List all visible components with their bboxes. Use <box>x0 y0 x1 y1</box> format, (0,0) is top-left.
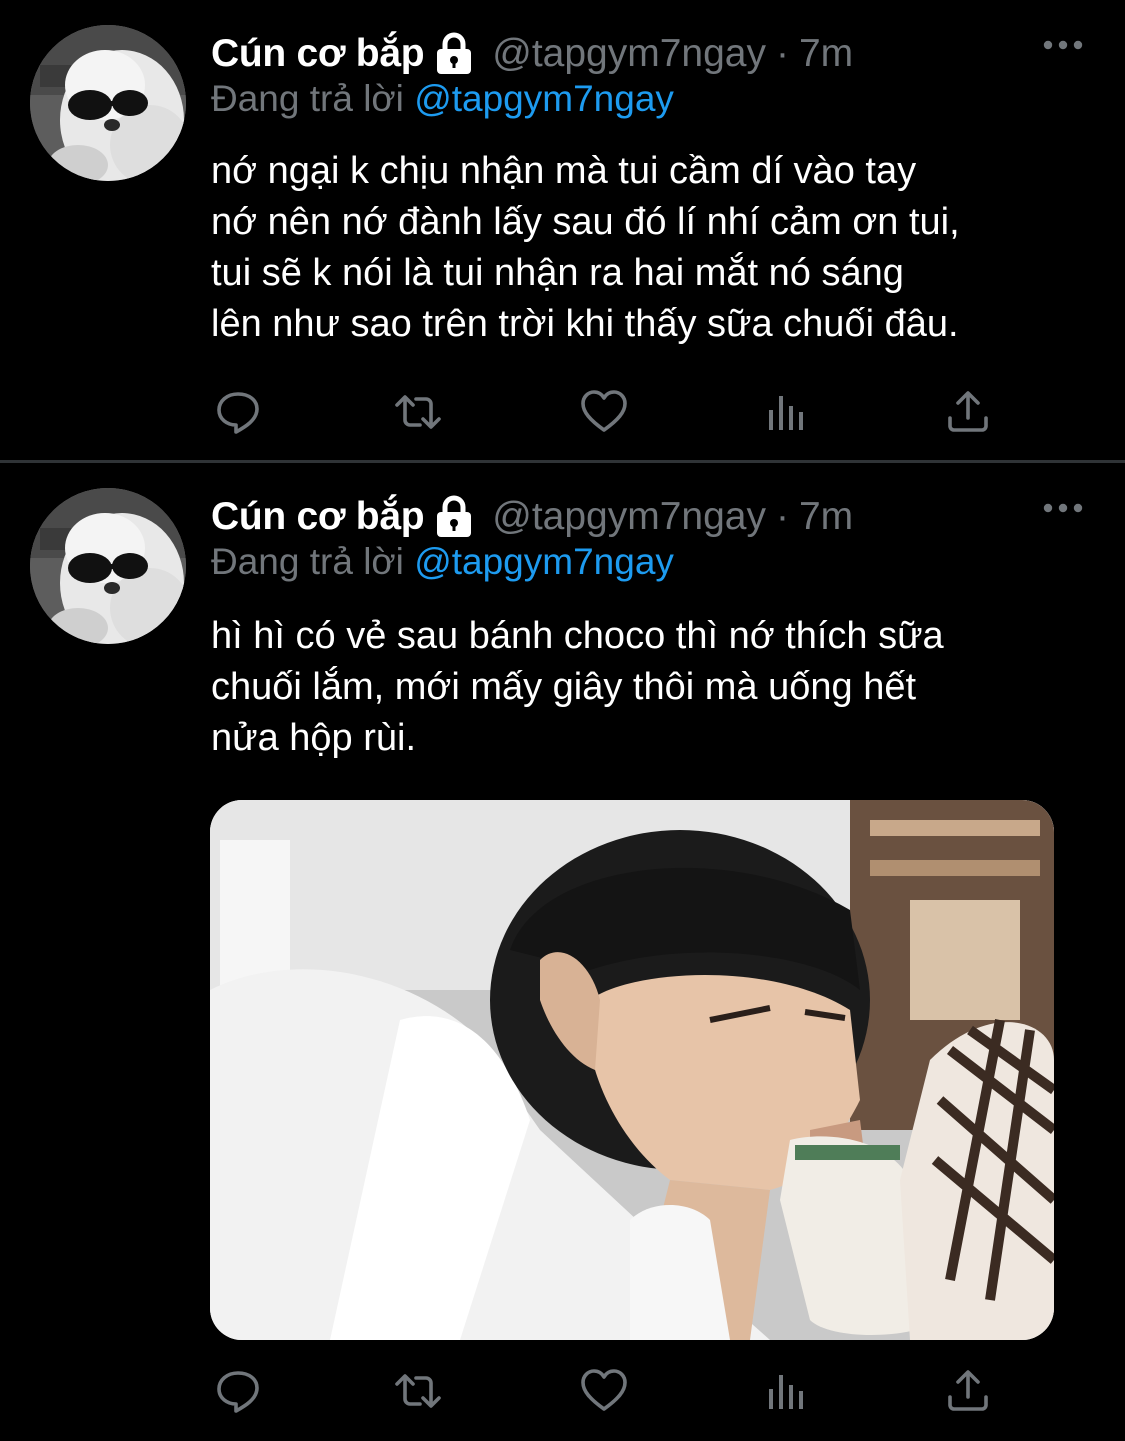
tweet-media-photo[interactable] <box>210 800 1054 1340</box>
replying-to: Đang trả lời @tapgym7ngay <box>211 78 674 120</box>
reply-mention-link[interactable]: @tapgym7ngay <box>414 541 674 582</box>
replying-to: Đang trả lời @tapgym7ngay <box>211 541 674 583</box>
tweet-header: Cún cơ bắp @tapgym7ngay · 7m <box>211 491 853 543</box>
tweet-header: Cún cơ bắp @tapgym7ngay · 7m <box>211 28 853 80</box>
timestamp[interactable]: 7m <box>799 32 853 76</box>
replying-to-label: Đang trả lời <box>211 541 404 582</box>
tweet-actions <box>214 388 1004 436</box>
avatar[interactable] <box>30 25 186 181</box>
lock-icon <box>434 32 474 76</box>
analytics-icon[interactable] <box>762 1367 810 1415</box>
tweet-text: hì hì có vẻ sau bánh choco thì nớ thích … <box>211 615 944 759</box>
more-horizontal-icon[interactable] <box>1043 501 1083 515</box>
like-icon[interactable] <box>580 388 628 436</box>
tweet-actions <box>214 1367 1004 1415</box>
timestamp[interactable]: 7m <box>799 495 853 539</box>
replying-to-label: Đang trả lời <box>211 78 404 119</box>
avatar[interactable] <box>30 488 186 644</box>
retweet-icon[interactable] <box>394 388 442 436</box>
tweet-text: nớ ngại k chịu nhận mà tui cầm dí vào ta… <box>211 150 960 345</box>
user-handle[interactable]: @tapgym7ngay <box>492 32 766 76</box>
retweet-icon[interactable] <box>394 1367 442 1415</box>
reply-icon[interactable] <box>214 1367 262 1415</box>
tweet[interactable]: Cún cơ bắp @tapgym7ngay · 7m Đang trả lờ… <box>0 463 1125 1441</box>
share-icon[interactable] <box>944 388 992 436</box>
user-handle[interactable]: @tapgym7ngay <box>492 495 766 539</box>
display-name[interactable]: Cún cơ bắp <box>211 495 425 539</box>
like-icon[interactable] <box>580 1367 628 1415</box>
separator-dot: · <box>775 32 789 75</box>
share-icon[interactable] <box>944 1367 992 1415</box>
reply-icon[interactable] <box>214 388 262 436</box>
tweet[interactable]: Cún cơ bắp @tapgym7ngay · 7m Đang trả lờ… <box>0 0 1125 460</box>
lock-icon <box>434 495 474 539</box>
display-name[interactable]: Cún cơ bắp <box>211 32 425 76</box>
more-horizontal-icon[interactable] <box>1043 38 1083 52</box>
separator-dot: · <box>775 495 789 538</box>
reply-mention-link[interactable]: @tapgym7ngay <box>414 78 674 119</box>
analytics-icon[interactable] <box>762 388 810 436</box>
